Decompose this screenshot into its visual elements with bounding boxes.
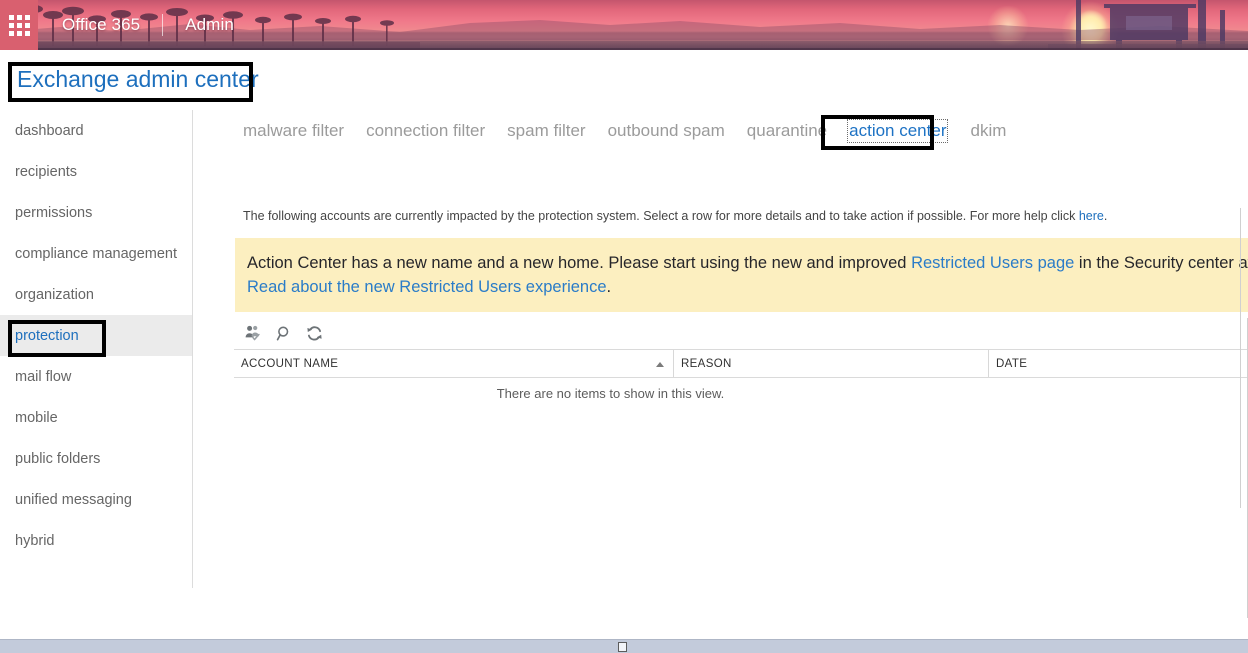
sidebar-item-label: hybrid (15, 532, 55, 549)
sidebar-item-public-folders[interactable]: public folders (0, 438, 192, 479)
sidebar-item-label: mobile (15, 409, 58, 426)
main-content: malware filter connection filter spam fi… (194, 110, 1248, 630)
tab-malware-filter[interactable]: malware filter (243, 121, 344, 141)
restricted-users-page-link[interactable]: Restricted Users page (911, 254, 1074, 272)
unblock-users-glyph (245, 325, 260, 341)
restricted-users-experience-link[interactable]: Read about the new Restricted Users expe… (247, 278, 607, 296)
sidebar-item-dashboard[interactable]: dashboard (0, 110, 192, 151)
intro-tail: . (1103, 209, 1108, 223)
empty-state-message: There are no items to show in this view. (496, 385, 725, 401)
horizontal-scrollbar[interactable] (0, 639, 1248, 653)
sidebar-item-label: unified messaging (15, 491, 132, 508)
sidebar-nav: dashboard recipients permissions complia… (0, 110, 193, 588)
sort-ascending-icon (656, 361, 664, 367)
intro-description: The following accounts are currently imp… (243, 209, 1107, 223)
column-header-label: DATE (996, 357, 1028, 370)
sidebar-item-recipients[interactable]: recipients (0, 151, 192, 192)
tab-bar: malware filter connection filter spam fi… (243, 119, 1006, 143)
column-header-account-name[interactable]: ACCOUNT NAME (234, 350, 674, 377)
app-window: Office 365 Admin Exchange admin center d… (0, 0, 1248, 653)
table-header-row: ACCOUNT NAME REASON DATE (234, 350, 1247, 378)
office-365-link[interactable]: Office 365 (62, 15, 140, 35)
sidebar-item-label: permissions (15, 204, 93, 221)
sidebar-item-label: mail flow (15, 368, 72, 385)
scrollbar-thumb[interactable] (618, 642, 627, 652)
sidebar-item-label: recipients (15, 163, 78, 180)
sidebar-item-label: protection (15, 327, 79, 344)
notice-text-part2: in the Security center after December 20… (1078, 254, 1248, 272)
sidebar-item-label: public folders (15, 450, 101, 467)
grid-toolbar (234, 318, 1247, 350)
app-launcher-button[interactable] (0, 0, 38, 50)
tab-outbound-spam[interactable]: outbound spam (608, 121, 725, 141)
tab-quarantine[interactable]: quarantine (747, 121, 827, 141)
page-title[interactable]: Exchange admin center (17, 66, 259, 93)
sidebar-item-unified-messaging[interactable]: unified messaging (0, 479, 192, 520)
column-header-reason[interactable]: REASON (674, 350, 989, 377)
deprecation-notice-banner: Action Center has a new name and a new h… (235, 238, 1248, 312)
search-icon[interactable] (269, 321, 299, 347)
unblock-users-icon[interactable] (239, 321, 269, 347)
waffle-grid-icon (8, 14, 30, 36)
sidebar-item-label: compliance management (15, 245, 178, 262)
sidebar-item-protection[interactable]: protection (0, 315, 192, 356)
sidebar-item-organization[interactable]: organization (0, 274, 192, 315)
suite-header-bar: Office 365 Admin (0, 0, 1248, 50)
sidebar-item-compliance-management[interactable]: compliance management (0, 233, 192, 274)
tab-action-center[interactable]: action center (847, 119, 949, 143)
refresh-arrows-glyph (306, 326, 322, 341)
results-grid: ACCOUNT NAME REASON DATE There are no it… (234, 318, 1248, 618)
notice-text-part1: Action Center has a new name and a new h… (247, 254, 912, 272)
tab-dkim[interactable]: dkim (970, 121, 1006, 141)
tab-connection-filter[interactable]: connection filter (366, 121, 485, 141)
tab-spam-filter[interactable]: spam filter (507, 121, 585, 141)
sidebar-item-label: dashboard (15, 122, 84, 139)
sidebar-item-label: organization (15, 286, 94, 303)
admin-app-link[interactable]: Admin (185, 15, 234, 35)
sidebar-item-mail-flow[interactable]: mail flow (0, 356, 192, 397)
notice-text-part3: . (606, 278, 612, 297)
sidebar-item-permissions[interactable]: permissions (0, 192, 192, 233)
intro-text: The following accounts are currently imp… (243, 209, 1079, 223)
column-header-label: REASON (681, 357, 732, 370)
suite-branding: Office 365 Admin (62, 0, 234, 50)
magnifier-glyph (276, 326, 288, 341)
brand-divider (162, 14, 164, 36)
column-header-date[interactable]: DATE (989, 350, 1247, 377)
refresh-icon[interactable] (299, 321, 329, 347)
column-header-label: ACCOUNT NAME (241, 357, 339, 370)
grid-right-edge (1240, 208, 1241, 508)
sidebar-item-hybrid[interactable]: hybrid (0, 520, 192, 561)
help-here-link[interactable]: here (1079, 209, 1104, 223)
sidebar-item-mobile[interactable]: mobile (0, 397, 192, 438)
